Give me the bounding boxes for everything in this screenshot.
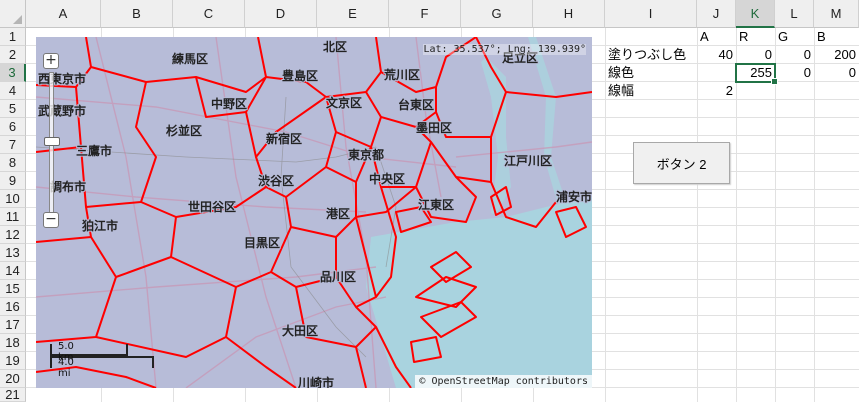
column-header-g[interactable]: G: [461, 0, 533, 28]
cell-l1[interactable]: G: [775, 28, 814, 46]
ward-label: 台東区: [398, 97, 434, 112]
cell-i3[interactable]: 線色: [605, 64, 697, 82]
row-header-14[interactable]: 14: [0, 262, 26, 280]
column-header-b[interactable]: B: [101, 0, 173, 28]
ward-label: 港区: [326, 206, 350, 221]
ward-label: 中央区: [369, 171, 405, 186]
zoom-out-button[interactable]: −: [43, 212, 59, 228]
ward-label: 江東区: [418, 197, 454, 212]
cell-l3[interactable]: 0: [775, 64, 814, 82]
row-header-2[interactable]: 2: [0, 46, 26, 64]
row-header-18[interactable]: 18: [0, 334, 26, 352]
cell-j1[interactable]: A: [697, 28, 736, 46]
ward-label: 墨田区: [416, 121, 452, 135]
column-header-m[interactable]: M: [814, 0, 859, 28]
zoom-in-button[interactable]: +: [43, 53, 59, 69]
row-header-9[interactable]: 9: [0, 172, 26, 190]
embedded-map[interactable]: 練馬区 北区 足立区 豊島区 荒川区 西東京市 中野区 文京区 台東区 武蔵野市…: [36, 37, 592, 388]
ward-label: 三鷹市: [76, 143, 112, 158]
row-header-10[interactable]: 10: [0, 190, 26, 208]
ward-label: 大田区: [282, 323, 318, 338]
ward-label: 練馬区: [172, 51, 208, 66]
ward-label: 江戸川区: [504, 153, 552, 168]
ward-label: 目黒区: [244, 236, 280, 250]
column-header-i[interactable]: I: [605, 0, 697, 28]
ward-label: 狛江市: [81, 218, 118, 233]
active-cell-selection[interactable]: [735, 63, 778, 85]
column-header-c[interactable]: C: [173, 0, 245, 28]
ward-label: 文京区: [326, 95, 362, 110]
scale-mi-label: 4.0 mi: [58, 357, 74, 379]
row-header-5[interactable]: 5: [0, 100, 26, 118]
ward-label: 荒川区: [383, 67, 420, 82]
row-header-1[interactable]: 1: [0, 28, 26, 46]
column-header-f[interactable]: F: [389, 0, 461, 28]
row-header-20[interactable]: 20: [0, 370, 26, 388]
row-header-13[interactable]: 13: [0, 244, 26, 262]
cell-l2[interactable]: 0: [775, 46, 814, 64]
column-header-j[interactable]: J: [697, 0, 736, 28]
cell-i2[interactable]: 塗りつぶし色: [605, 46, 697, 64]
row-header-11[interactable]: 11: [0, 208, 26, 226]
ward-label: 渋谷区: [258, 173, 294, 188]
row-header-3[interactable]: 3: [0, 64, 26, 82]
row-header-17[interactable]: 17: [0, 316, 26, 334]
ward-label: 品川区: [320, 270, 356, 284]
ward-label: 東京都: [348, 147, 384, 162]
map-attribution[interactable]: © OpenStreetMap contributors: [415, 375, 592, 388]
row-header-12[interactable]: 12: [0, 226, 26, 244]
zoom-control[interactable]: + −: [40, 50, 64, 234]
row-header-21[interactable]: 21: [0, 387, 26, 402]
button-2[interactable]: ボタン 2: [633, 142, 730, 184]
cell-i4[interactable]: 線幅: [605, 82, 697, 100]
row-header-19[interactable]: 19: [0, 352, 26, 370]
row-header-4[interactable]: 4: [0, 82, 26, 100]
zoom-slider-handle[interactable]: [44, 137, 60, 146]
coordinate-readout: Lat: 35.537°; Lng: 139.939°: [423, 44, 586, 55]
ward-label: 浦安市: [556, 189, 592, 204]
column-header-k[interactable]: K: [736, 0, 775, 28]
column-header-e[interactable]: E: [317, 0, 389, 28]
column-header-h[interactable]: H: [533, 0, 605, 28]
ward-label: 豊島区: [282, 68, 318, 83]
row-header-8[interactable]: 8: [0, 154, 26, 172]
ward-label: 川崎市: [297, 375, 334, 388]
column-header-d[interactable]: D: [245, 0, 317, 28]
cell-m2[interactable]: 200: [814, 46, 859, 64]
cell-k1[interactable]: R: [736, 28, 775, 46]
ward-label: 杉並区: [166, 123, 202, 138]
row-header-16[interactable]: 16: [0, 298, 26, 316]
cell-j2[interactable]: 40: [697, 46, 736, 64]
column-header-a[interactable]: A: [26, 0, 101, 28]
row-header-7[interactable]: 7: [0, 136, 26, 154]
cell-m3[interactable]: 0: [814, 64, 859, 82]
ward-label: 北区: [323, 39, 347, 54]
spreadsheet: A B C D E F G H I J K L M 1 2 3 4 5 6 7 …: [0, 0, 859, 402]
row-header-15[interactable]: 15: [0, 280, 26, 298]
ward-label: 世田谷区: [188, 199, 236, 214]
select-all-corner[interactable]: [0, 0, 26, 28]
row-header-6[interactable]: 6: [0, 118, 26, 136]
ward-label: 新宿区: [266, 131, 302, 146]
map-canvas[interactable]: 練馬区 北区 足立区 豊島区 荒川区 西東京市 中野区 文京区 台東区 武蔵野市…: [36, 37, 592, 388]
cell-k2[interactable]: 0: [736, 46, 775, 64]
column-header-l[interactable]: L: [775, 0, 814, 28]
cell-j4[interactable]: 2: [697, 82, 736, 100]
cell-m1[interactable]: B: [814, 28, 859, 46]
ward-label: 中野区: [211, 96, 247, 111]
